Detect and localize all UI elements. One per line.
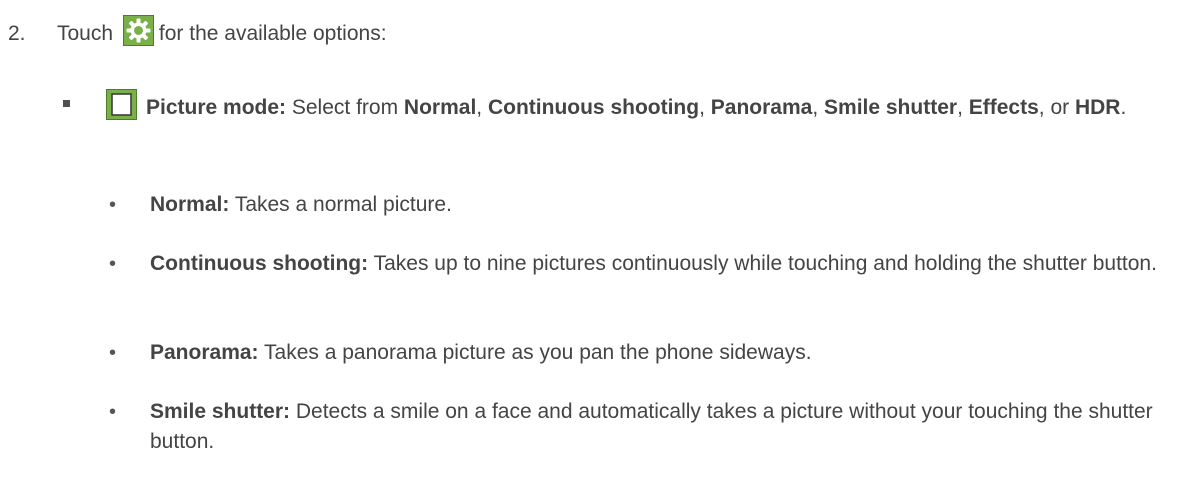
option-normal: Normal bbox=[403, 96, 477, 119]
step-number: 2. bbox=[8, 22, 26, 45]
list-item: Continuous shooting: Takes up to nine pi… bbox=[150, 249, 1180, 279]
bullet-icon: • bbox=[109, 342, 117, 364]
separator: , bbox=[476, 96, 483, 119]
separator: , bbox=[812, 96, 819, 119]
list-item: Panorama: Takes a panorama picture as yo… bbox=[150, 338, 1180, 368]
picture-mode-paragraph: Picture mode: Select from Normal, Contin… bbox=[106, 89, 1186, 123]
option-description: Takes up to nine pictures continuously w… bbox=[373, 252, 1157, 275]
bullet-icon: • bbox=[109, 194, 117, 216]
option-hdr: HDR bbox=[1074, 96, 1121, 119]
bullet-icon: • bbox=[109, 253, 117, 275]
separator: , bbox=[699, 96, 705, 119]
step-2-line: 2. Touch for the available options: bbox=[8, 15, 387, 49]
picture-mode-intro: Select from bbox=[291, 96, 399, 119]
option-effects: Effects bbox=[968, 96, 1039, 119]
option-description: Takes a panorama picture as you pan the … bbox=[264, 341, 812, 364]
bullet-icon: • bbox=[109, 401, 117, 423]
picture-mode-label: Picture mode: bbox=[146, 96, 287, 119]
list-item: Smile shutter: Detects a smile on a face… bbox=[150, 397, 1180, 457]
gear-icon bbox=[122, 15, 154, 46]
option-description: Detects a smile on a face and automatica… bbox=[150, 400, 1153, 453]
period: . bbox=[1120, 96, 1127, 119]
list-item: Normal: Takes a normal picture. bbox=[150, 190, 1180, 220]
separator: , or bbox=[1038, 96, 1070, 119]
option-label: Smile shutter: bbox=[150, 400, 291, 423]
square-bullet bbox=[63, 100, 70, 107]
option-smile-shutter: Smile shutter bbox=[824, 96, 958, 119]
option-label: Continuous shooting: bbox=[150, 252, 369, 275]
separator: , bbox=[957, 96, 963, 119]
picture-mode-icon bbox=[106, 89, 137, 120]
step-text-before: Touch bbox=[57, 22, 114, 45]
option-continuous-shooting: Continuous shooting bbox=[487, 96, 700, 119]
option-panorama: Panorama bbox=[710, 96, 813, 119]
step-text-after: for the available options: bbox=[158, 22, 387, 45]
option-label: Panorama: bbox=[150, 341, 259, 364]
option-description: Takes a normal picture. bbox=[234, 193, 452, 216]
option-label: Normal: bbox=[150, 193, 230, 216]
